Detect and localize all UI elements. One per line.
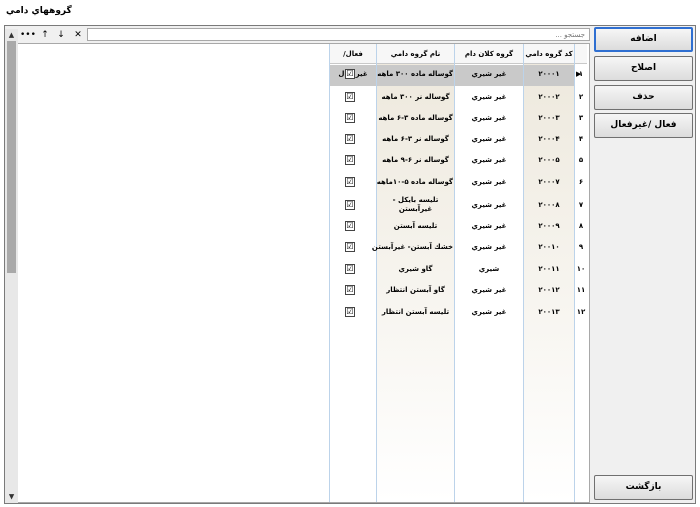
col-sep	[454, 44, 455, 502]
header-code[interactable]: كد گروه دامي	[524, 44, 574, 64]
cell-main-group[interactable]: غير شيري	[458, 93, 520, 101]
cell-code[interactable]: ۲۰۰۰۸	[526, 201, 572, 209]
row-number: ۶	[578, 178, 584, 186]
header-rownum	[575, 44, 587, 64]
row-number: ۳	[578, 114, 584, 122]
cell-name[interactable]: خشك آبستن- غيرآبستن	[372, 243, 453, 251]
cell-main-group[interactable]: غير شيري	[458, 70, 520, 78]
cell-code[interactable]: ۲۰۰۱۱	[526, 265, 572, 273]
header-active[interactable]: فعال/غيرفعال	[330, 44, 376, 78]
active-checkbox-icon[interactable]: ☑	[345, 307, 355, 317]
cell-name[interactable]: تليسه آبستن	[378, 222, 453, 230]
move-down-icon[interactable]: ↓	[54, 28, 68, 42]
cell-main-group[interactable]: غير شيري	[458, 308, 520, 316]
clear-icon[interactable]: ✕	[71, 28, 85, 42]
active-checkbox-icon[interactable]: ☑	[345, 134, 355, 144]
row-number: ۸	[578, 222, 584, 230]
search-input[interactable]	[87, 28, 590, 41]
row-number: ۹	[578, 243, 584, 251]
active-checkbox-icon[interactable]: ☑	[345, 113, 355, 123]
cell-name[interactable]: تليسه آبستن انتظار	[378, 308, 453, 316]
cell-main-group[interactable]: غير شيري	[458, 114, 520, 122]
delete-button[interactable]: حذف	[594, 85, 693, 110]
move-up-icon[interactable]: ↑	[38, 28, 52, 42]
cell-code[interactable]: ۲۰۰۰۲	[526, 93, 572, 101]
add-button[interactable]: اضافه	[594, 27, 693, 52]
row-number: ۱۲	[576, 308, 586, 316]
header-name[interactable]: نام گروه دامي	[377, 44, 454, 64]
col-sep	[574, 44, 575, 502]
active-checkbox-icon[interactable]: ☑	[345, 285, 355, 295]
title-bar: گروههاي دامي	[0, 0, 700, 24]
cell-code[interactable]: ۲۰۰۰۳	[526, 114, 572, 122]
header-main-group[interactable]: گروه كلان دام	[455, 44, 523, 64]
cell-main-group[interactable]: غير شيري	[458, 286, 520, 294]
vertical-scrollbar[interactable]: ▲ ▲	[5, 29, 18, 503]
active-checkbox-icon[interactable]: ☑	[345, 177, 355, 187]
col-sep	[376, 44, 377, 502]
cell-name[interactable]: گوساله ماده ۵-۱۰ماهه	[377, 178, 453, 186]
edit-button[interactable]: اصلاح	[594, 56, 693, 81]
scroll-thumb[interactable]	[7, 41, 16, 273]
row-number: ۱۱	[576, 286, 586, 294]
toggle-active-button[interactable]: فعال /غيرفعال	[594, 113, 693, 138]
cell-code[interactable]: ۲۰۰۰۴	[526, 135, 572, 143]
name-column-bg	[376, 44, 454, 502]
col-sep	[523, 44, 524, 502]
cell-name[interactable]: گوساله نر ۶-۹ ماهه	[378, 156, 453, 164]
cell-name[interactable]: گوساله ماده ۳-۶ ماهه	[378, 114, 453, 122]
cell-main-group[interactable]: غير شيري	[458, 135, 520, 143]
active-checkbox-icon[interactable]: ☑	[345, 264, 355, 274]
active-checkbox-icon[interactable]: ☑	[345, 221, 355, 231]
current-row-icon: ▶	[576, 70, 582, 78]
window-title: گروههاي دامي	[6, 6, 72, 16]
cell-code[interactable]: ۲۰۰۱۲	[526, 286, 572, 294]
cell-name[interactable]: گوساله ماده ۳۰۰ ماهه	[377, 70, 453, 78]
cell-main-group[interactable]: غير شيري	[458, 201, 520, 209]
cell-main-group[interactable]: غير شيري	[458, 222, 520, 230]
cell-name[interactable]: گاو شيري	[378, 265, 453, 273]
cell-code[interactable]: ۲۰۰۰۹	[526, 222, 572, 230]
cell-name[interactable]: تليسه بايكل - غيرآبستن	[378, 196, 453, 214]
code-column-bg	[523, 44, 575, 502]
cell-name[interactable]: گاو آبستن انتظار	[378, 286, 453, 294]
more-icon[interactable]: •••	[20, 28, 36, 42]
scroll-down-icon[interactable]: ▲	[5, 491, 18, 503]
active-checkbox-icon[interactable]: ☑	[345, 200, 355, 210]
cell-main-group[interactable]: شيري	[458, 265, 520, 273]
active-checkbox-icon[interactable]: ☑	[345, 242, 355, 252]
row-number: ۲	[578, 93, 584, 101]
active-checkbox-icon[interactable]: ☑	[345, 69, 355, 79]
active-checkbox-icon[interactable]: ☑	[345, 92, 355, 102]
scroll-up-icon[interactable]: ▲	[5, 29, 18, 41]
cell-code[interactable]: ۲۰۰۰۵	[526, 156, 572, 164]
data-grid	[5, 43, 590, 503]
cell-name[interactable]: گوساله نر ۳-۶ ماهه	[378, 135, 453, 143]
cell-code[interactable]: ۲۰۰۱۰	[526, 243, 572, 251]
cell-main-group[interactable]: غير شيري	[458, 156, 520, 164]
row-number: ۱۰	[576, 265, 586, 273]
row-number: ۷	[578, 201, 584, 209]
cell-code[interactable]: ۲۰۰۰۷	[526, 178, 572, 186]
cell-code[interactable]: ۲۰۰۰۱	[526, 70, 572, 78]
cell-main-group[interactable]: غير شيري	[458, 243, 520, 251]
row-number: ۴	[578, 135, 584, 143]
col-sep	[329, 44, 330, 502]
back-button[interactable]: بازگشت	[594, 475, 693, 500]
cell-main-group[interactable]: غير شيري	[458, 178, 520, 186]
row-number: ۵	[578, 156, 584, 164]
active-checkbox-icon[interactable]: ☑	[345, 155, 355, 165]
cell-name[interactable]: گوساله نر ۳۰۰ ماهه	[378, 93, 453, 101]
cell-code[interactable]: ۲۰۰۱۳	[526, 308, 572, 316]
